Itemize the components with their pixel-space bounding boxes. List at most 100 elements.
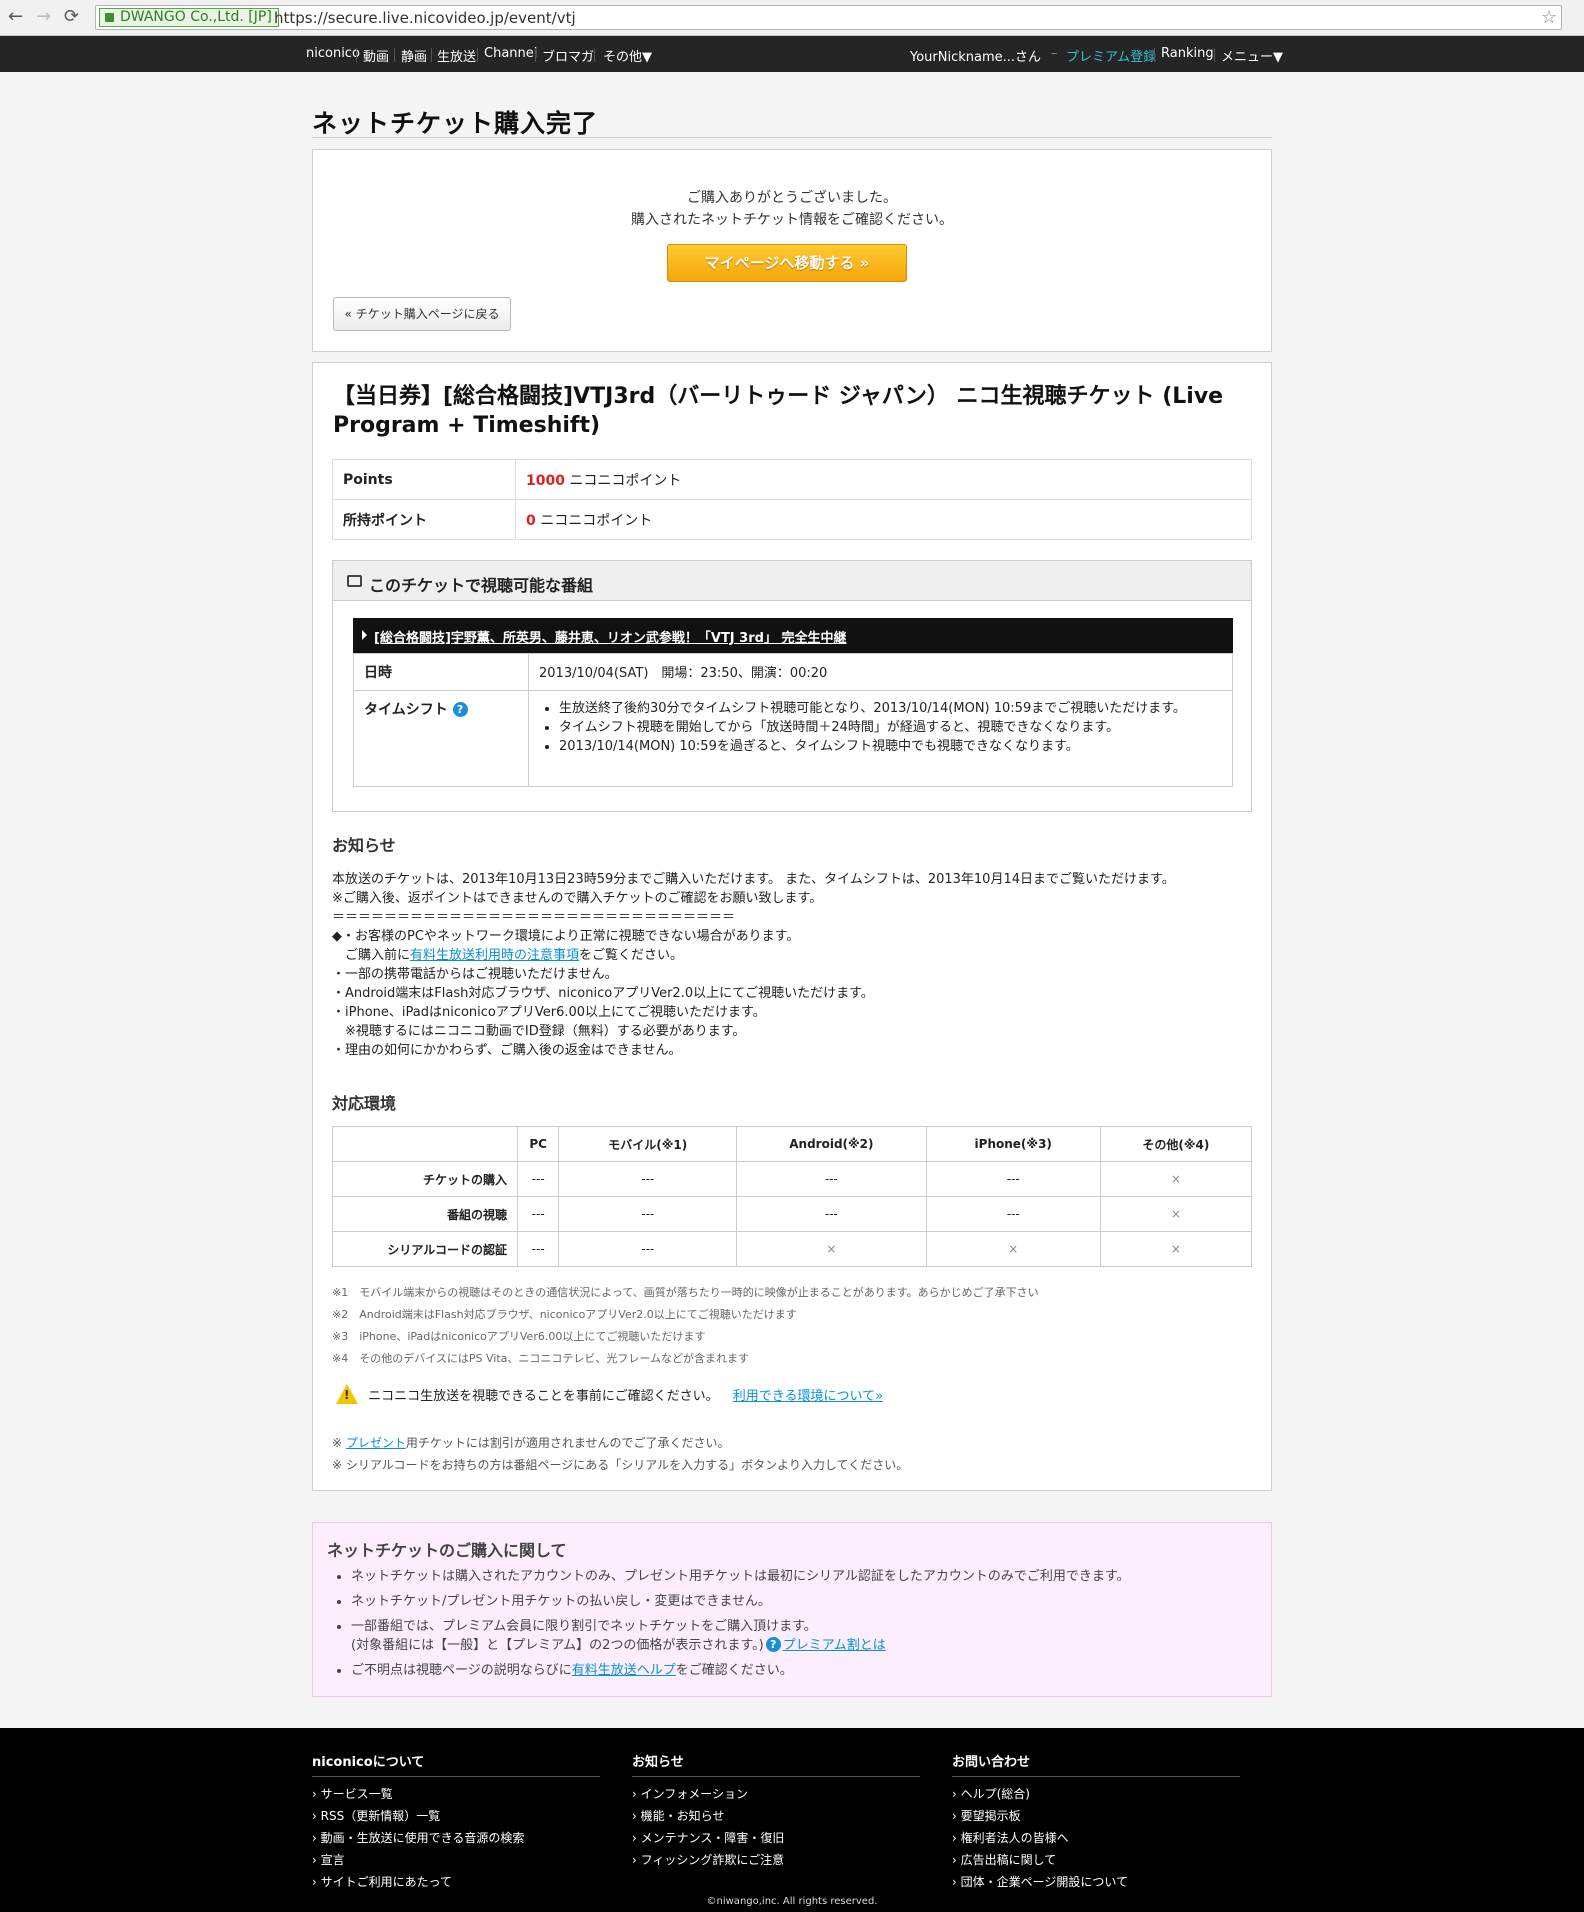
footer-column-about: niconicoについて › サービス一覧 › RSS（更新情報）一覧 › 動画…: [312, 1751, 600, 1893]
address-bar[interactable]: DWANGO Co.,Ltd. [JP] https://secure.live…: [95, 5, 1562, 30]
tv-icon: [347, 575, 362, 587]
program-title-bar: [総合格闘技]宇野薫、所英男、藤井恵、リオン武参戦！「VTJ 3rd」 完全生中…: [353, 618, 1233, 653]
timeshift-details: 生放送終了後約30分でタイムシフト視聴可能となり、2013/10/14(MON)…: [528, 690, 1233, 787]
nav-live[interactable]: 生放送: [437, 46, 476, 65]
notice-line: ※ご購入後、返ポイントはできませんので購入チケットのご確認をお願い致します。: [332, 891, 823, 906]
table-cell: ---: [736, 1196, 927, 1232]
row-header: チケットの購入: [332, 1161, 518, 1197]
notice-line: ・一部の携帯電話からはご視聴いただけません。: [332, 967, 618, 982]
footnote: ※1 モバイル端末からの視聴はそのときの通信状況によって、画質が落ちたり一時的に…: [332, 1286, 1039, 1299]
paid-live-caution-link[interactable]: 有料生放送利用時の注意事項: [410, 948, 579, 963]
present-link[interactable]: プレゼント: [346, 1436, 406, 1450]
datetime-row: 日時 2013/10/04(SAT) 開場：23:50、開演：00:20: [353, 653, 1233, 691]
reload-icon[interactable]: ⟳: [64, 6, 79, 28]
column-header: PC: [516, 1126, 560, 1162]
url-text[interactable]: https://secure.live.nicovideo.jp/event/v…: [274, 9, 576, 27]
user-nickname[interactable]: YourNickname...さん: [910, 46, 1041, 65]
notice-line: ・iPhone、iPadはniconicoアプリVer6.00以上にてご視聴いた…: [332, 1005, 766, 1020]
ticket-small-notes: ※ プレゼント用チケットには割引が適用されませんのでご了承ください。 ※ シリア…: [332, 1432, 908, 1476]
nav-others-dropdown[interactable]: その他▼: [603, 46, 652, 65]
footer-link[interactable]: › 団体・企業ページ開設について: [952, 1871, 1240, 1893]
purchase-info-heading: ネットチケットのご購入に関して: [327, 1541, 567, 1560]
notice-heading: お知らせ: [332, 836, 396, 855]
purchase-info-item: ご不明点は視聴ページの説明ならびに有料生放送ヘルプをご確認ください。: [351, 1661, 1251, 1680]
footer-link[interactable]: › ヘルプ(総合): [952, 1783, 1240, 1805]
footer-link[interactable]: › 宣言: [312, 1849, 600, 1871]
column-header: モバイル(※1): [558, 1126, 738, 1162]
footer-link[interactable]: › インフォメーション: [632, 1783, 920, 1805]
datetime-value: 2013/10/04(SAT) 開場：23:50、開演：00:20: [528, 653, 1233, 691]
program-title-link[interactable]: [総合格闘技]宇野薫、所英男、藤井恵、リオン武参戦！「VTJ 3rd」 完全生中…: [374, 627, 846, 646]
timeshift-item: 2013/10/14(MON) 10:59を過ぎると、タイムシフト視聴中でも視聴…: [559, 737, 1222, 756]
back-arrow-icon[interactable]: ←: [8, 6, 23, 28]
nav-niconico[interactable]: niconico: [306, 46, 360, 61]
table-cell: ---: [925, 1196, 1101, 1232]
forward-arrow-icon[interactable]: →: [36, 6, 51, 28]
timeshift-item: 生放送終了後約30分でタイムシフト視聴可能となり、2013/10/14(MON)…: [559, 699, 1222, 718]
footer-link[interactable]: › 権利者法人の皆様へ: [952, 1827, 1240, 1849]
small-note-text: ※: [332, 1436, 346, 1450]
bookmark-star-icon[interactable]: ☆: [1541, 7, 1557, 28]
footer-link[interactable]: › RSS（更新情報）一覧: [312, 1805, 600, 1827]
footer-link[interactable]: › 動画・生放送に使用できる音源の検索: [312, 1827, 600, 1849]
nav-channel[interactable]: Channel: [484, 46, 537, 61]
nav-divider: [394, 48, 395, 62]
table-cell: ---: [558, 1161, 738, 1197]
site-footer: niconicoについて › サービス一覧 › RSS（更新情報）一覧 › 動画…: [0, 1728, 1584, 1912]
table-cell: ×: [925, 1231, 1101, 1267]
nav-divider: [431, 48, 432, 62]
points-cell: 1000 ニコニコポイント: [515, 459, 1252, 500]
help-question-icon[interactable]: ?: [452, 702, 468, 717]
footer-heading: お問い合わせ: [952, 1751, 1240, 1777]
notice-line: ・Android端末はFlash対応ブラウザ、niconicoアプリVer2.0…: [332, 986, 874, 1001]
footer-link[interactable]: › 広告出稿に関して: [952, 1849, 1240, 1871]
environment-table: PC モバイル(※1) Android(※2) iPhone(※3) その他(※…: [332, 1126, 1253, 1267]
paid-live-help-link[interactable]: 有料生放送ヘルプ: [572, 1663, 676, 1678]
column-header: [332, 1126, 518, 1162]
warning-text: ニコニコ生放送を視聴できることを事前にご確認ください。: [368, 1389, 719, 1404]
footer-column-news: お知らせ › インフォメーション › 機能・お知らせ › メンテナンス・障害・復…: [632, 1751, 920, 1871]
purchase-info-text: をご確認ください。: [675, 1663, 793, 1678]
triangle-right-icon: [362, 630, 367, 640]
back-to-ticket-page-button[interactable]: « チケット購入ページに戻る: [333, 297, 511, 331]
footer-link[interactable]: › サービス一覧: [312, 1783, 600, 1805]
owned-points-value: 0: [526, 512, 536, 529]
programs-header: このチケットで視聴可能な番組: [333, 561, 1251, 601]
purchase-info-box: ネットチケットのご購入に関して ネットチケットは購入されたアカウントのみ、プレゼ…: [312, 1522, 1272, 1697]
table-cell: ---: [516, 1196, 560, 1232]
nav-douga[interactable]: 動画: [363, 46, 389, 65]
nav-divider: [535, 48, 536, 62]
nav-seiga[interactable]: 静画: [401, 46, 427, 65]
points-unit: ニコニコポイント: [569, 472, 682, 489]
environment-header-row: PC モバイル(※1) Android(※2) iPhone(※3) その他(※…: [332, 1126, 1253, 1162]
notice-text: ご購入前に: [332, 948, 411, 963]
footer-link[interactable]: › フィッシング詐欺にご注意: [632, 1849, 920, 1871]
supported-environment-link[interactable]: 利用できる環境について»: [733, 1389, 883, 1404]
go-to-mypage-button[interactable]: マイページへ移動する »: [667, 244, 907, 282]
nav-blomaga[interactable]: ブロマガ: [542, 46, 594, 65]
purchase-info-item: 一部番組では、プレミアム会員に限り割引でネットチケットをご購入頂けます。 (対象番…: [351, 1617, 1251, 1655]
footer-link[interactable]: › メンテナンス・障害・復旧: [632, 1827, 920, 1849]
nav-ranking[interactable]: Ranking: [1161, 46, 1214, 61]
help-question-icon: ?: [765, 1637, 781, 1652]
footer-link[interactable]: › 機能・お知らせ: [632, 1805, 920, 1827]
footer-column-contact: お問い合わせ › ヘルプ(総合) › 要望掲示板 › 権利者法人の皆様へ › 広…: [952, 1751, 1240, 1893]
points-row: Points 1000 ニコニコポイント: [332, 459, 1252, 500]
table-cell: ×: [736, 1231, 927, 1267]
timeshift-label: タイムシフト: [364, 702, 448, 718]
footer-link[interactable]: › 要望掲示板: [952, 1805, 1240, 1827]
ticket-title: 【当日券】[総合格闘技]VTJ3rd（バーリトゥード ジャパン） ニコ生視聴チケ…: [333, 384, 1224, 438]
table-cell: ×: [1099, 1231, 1253, 1267]
ev-certificate-badge[interactable]: DWANGO Co.,Ltd. [JP]: [99, 8, 279, 27]
premium-register-link[interactable]: プレミアム登録: [1066, 46, 1156, 65]
notice-line: ご購入前に有料生放送利用時の注意事項をご覧ください。: [332, 946, 1272, 965]
timeshift-label-cell: タイムシフト ?: [353, 690, 529, 787]
footer-link[interactable]: › サイトご利用にあたって: [312, 1871, 600, 1893]
nav-menu-dropdown[interactable]: メニュー▼: [1221, 46, 1283, 65]
notice-line: 本放送のチケットは、2013年10月13日23時59分までご購入いただけます。 …: [332, 872, 1175, 887]
small-note-text: 用チケットには割引が適用されませんのでご了承ください。: [405, 1436, 730, 1450]
table-cell: ---: [736, 1161, 927, 1197]
warning-icon: !: [336, 1384, 358, 1404]
points-table: Points 1000 ニコニコポイント 所持ポイント 0 ニコニコポイント: [332, 459, 1252, 540]
premium-discount-link[interactable]: プレミアム割とは: [783, 1638, 886, 1653]
